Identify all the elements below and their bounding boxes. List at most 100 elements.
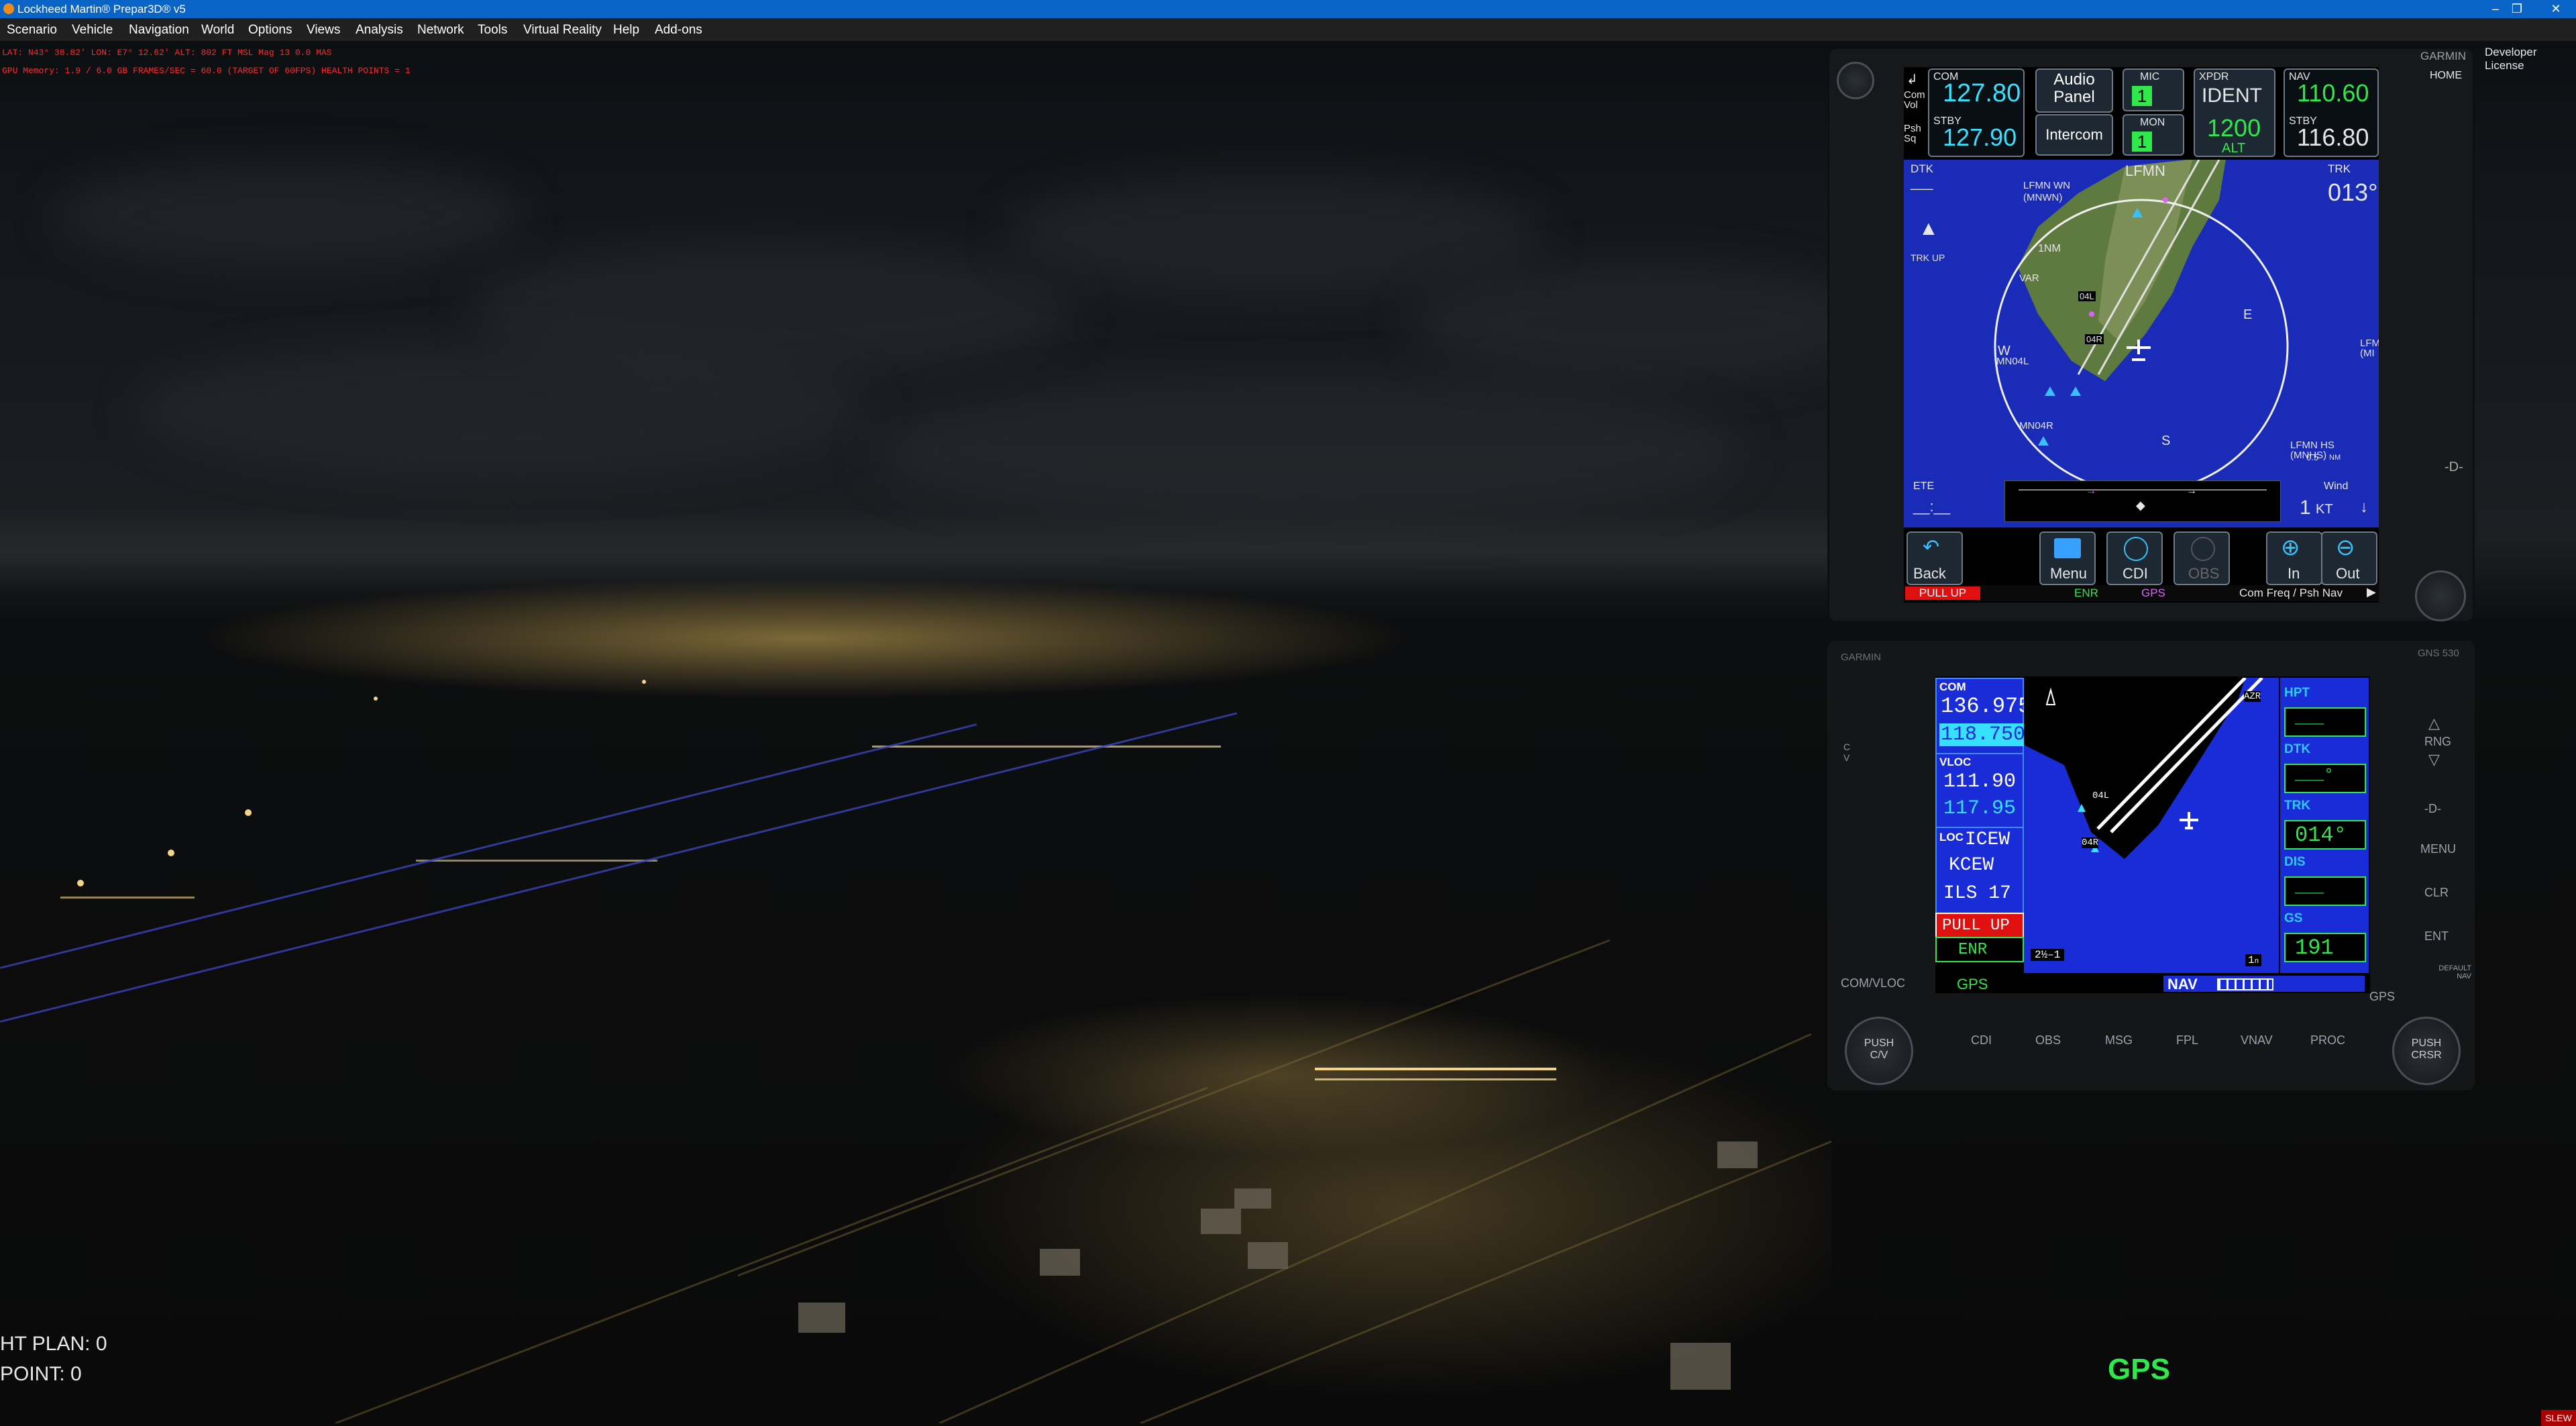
back-icon: ↶ bbox=[1923, 536, 1940, 558]
gns-cdi-strip: NAV bbox=[2163, 976, 2365, 992]
default-nav-label: DEFAULT NAV bbox=[2438, 964, 2471, 980]
cdi-bar: ◆ → → bbox=[2004, 480, 2281, 522]
map-graphics bbox=[1994, 160, 2289, 494]
psh-sq-label: Psh Sq bbox=[1904, 123, 1921, 144]
flight-plan-count: HT PLAN: 0 bbox=[0, 1333, 107, 1355]
menu-navigation[interactable]: Navigation bbox=[129, 23, 189, 38]
com-vloc-label: COM/VLOC bbox=[1841, 976, 1906, 990]
ent-key[interactable]: ENT bbox=[2424, 929, 2449, 944]
gns-status-bar: GPS NAV bbox=[1935, 976, 2370, 992]
wind-unit: KT bbox=[2316, 502, 2333, 517]
com-swap-icon[interactable]: ↲ bbox=[1907, 71, 1918, 88]
gns-cdi-scale bbox=[2217, 978, 2273, 990]
title-bar: Lockheed Martin® Prepar3D® v5 – ❐ ✕ bbox=[0, 0, 2576, 18]
mic-selector[interactable]: MIC 1 bbox=[2123, 68, 2184, 111]
nav-frequency-box[interactable]: NAV 110.60 STBY 116.80 bbox=[2284, 68, 2379, 157]
menu-vehicle[interactable]: Vehicle bbox=[72, 23, 113, 38]
menu-analysis[interactable]: Analysis bbox=[356, 23, 403, 38]
gps-indicator: GPS bbox=[2108, 1353, 2170, 1386]
gns-vloc-standby: 117.95 bbox=[1943, 797, 2017, 820]
gtn-brand: GARMIN bbox=[2420, 50, 2466, 62]
north-arrow-icon[interactable]: ▲ bbox=[1919, 217, 1939, 240]
softkey-fpl[interactable]: FPL bbox=[2176, 1033, 2198, 1048]
range-up-icon[interactable]: △ bbox=[2428, 715, 2440, 732]
obs-button[interactable]: OBS bbox=[2174, 531, 2230, 585]
cdi-icon bbox=[2124, 537, 2148, 561]
menu-virtual-reality[interactable]: Virtual Reality bbox=[523, 23, 602, 38]
gns-enr-annunciator: ENR bbox=[1935, 937, 2024, 962]
gns-loc-approach: ILS 17 bbox=[1943, 883, 2011, 904]
knob-hint: Com Freq / Psh Nav bbox=[2239, 587, 2343, 599]
gns530-screen: COM 136.975 118.750 VLOC 111.90 117.95 L… bbox=[1935, 676, 2370, 993]
menu-network[interactable]: Network bbox=[417, 23, 464, 38]
gps-right-label: GPS bbox=[2369, 990, 2396, 1003]
gns-com-standby: 118.750 bbox=[1939, 723, 2027, 746]
gns-map[interactable]: AZR 04L 04R 2½–1 1n bbox=[2024, 678, 2279, 973]
gns-pull-up-annunciator: PULL UP bbox=[1935, 913, 2024, 938]
gtn-power-knob[interactable] bbox=[1837, 62, 1874, 99]
menu-button[interactable]: Menu bbox=[2039, 531, 2096, 585]
app-icon bbox=[3, 3, 14, 14]
intercom-button[interactable]: Intercom bbox=[2035, 114, 2113, 156]
gns-gs-field: 191 bbox=[2284, 933, 2366, 962]
menu-help[interactable]: Help bbox=[613, 23, 639, 38]
wind-arrow-icon: ↓ bbox=[2360, 498, 2368, 516]
menu-options[interactable]: Options bbox=[248, 23, 292, 38]
menu-tools[interactable]: Tools bbox=[478, 23, 507, 38]
gns-gps-label: GPS bbox=[1957, 976, 1988, 992]
trk-label: TRK bbox=[2328, 162, 2351, 175]
menu-bar: Scenario Vehicle Navigation World Option… bbox=[0, 18, 2576, 41]
menu-views[interactable]: Views bbox=[307, 23, 340, 38]
gns-loc-ident: ICEW bbox=[1965, 829, 2010, 850]
gtn-status-bar: PULL UP ENR GPS Com Freq / Psh Nav ▶ bbox=[1904, 585, 2379, 601]
nav-standby-freq: 116.80 bbox=[2297, 123, 2369, 151]
audio-panel-button[interactable]: Audio Panel bbox=[2035, 68, 2113, 113]
xpdr-code: 1200 bbox=[2207, 114, 2261, 142]
xpdr-alt-mode: ALT bbox=[2222, 141, 2246, 156]
gtn-large-knob[interactable] bbox=[2415, 570, 2466, 621]
menu-add-ons[interactable]: Add-ons bbox=[655, 23, 702, 38]
gns-dis-field: ___ bbox=[2284, 876, 2366, 906]
gns-com-box[interactable]: COM 136.975 118.750 bbox=[1935, 678, 2031, 754]
softkey-obs[interactable]: OBS bbox=[2035, 1033, 2061, 1048]
close-button[interactable]: ✕ bbox=[2536, 0, 2576, 18]
mon-selector[interactable]: MON 1 bbox=[2123, 114, 2184, 156]
ete-label: ETE bbox=[1913, 480, 1935, 492]
menu-scenario[interactable]: Scenario bbox=[7, 23, 57, 38]
gtn-moving-map[interactable]: DTK ___ TRK 013° ▲ TRK UP LFMN LFMN WN (… bbox=[1904, 160, 2379, 527]
gtn-home-button[interactable]: HOME bbox=[2430, 70, 2462, 82]
gns-map-range: 1n bbox=[2245, 954, 2262, 966]
gns-brand: GARMIN bbox=[1841, 652, 1881, 663]
gns-vloc-box[interactable]: VLOC 111.90 117.95 bbox=[1935, 753, 2024, 828]
pull-up-annunciator: PULL UP bbox=[1905, 587, 1980, 600]
city-lights bbox=[0, 578, 1831, 1423]
back-button[interactable]: ↶ Back bbox=[1907, 531, 1963, 585]
softkey-cdi[interactable]: CDI bbox=[1971, 1033, 1992, 1048]
gns-com-active: 136.975 bbox=[1941, 694, 2031, 719]
crsr-knob[interactable]: PUSH CRSR bbox=[2392, 1017, 2461, 1085]
gns-loc-airport: KCEW bbox=[1949, 855, 1994, 876]
menu-icon bbox=[2054, 538, 2081, 558]
softkey-msg[interactable]: MSG bbox=[2105, 1033, 2133, 1048]
clr-key[interactable]: CLR bbox=[2424, 886, 2449, 900]
course-arrow-icon: → bbox=[2086, 485, 2096, 497]
menu-world[interactable]: World bbox=[201, 23, 234, 38]
com-vloc-knob[interactable]: PUSH C/V bbox=[1845, 1017, 1913, 1085]
developer-license: Developer License bbox=[2485, 46, 2537, 72]
gtn-direct-to-button[interactable]: -D- bbox=[2445, 460, 2463, 475]
transponder-box[interactable]: XPDR IDENT 1200 ALT bbox=[2194, 68, 2275, 157]
zoom-out-button[interactable]: ⊖ Out bbox=[2321, 531, 2377, 585]
enr-annunciator: ENR bbox=[2074, 587, 2098, 599]
cdi-button[interactable]: CDI bbox=[2106, 531, 2163, 585]
softkey-proc[interactable]: PROC bbox=[2310, 1033, 2345, 1048]
restore-button[interactable]: ❐ bbox=[2497, 0, 2537, 18]
range-down-icon[interactable]: ▽ bbox=[2428, 751, 2440, 768]
softkey-vnav[interactable]: VNAV bbox=[2241, 1033, 2273, 1048]
to-arrow-icon: → bbox=[2186, 485, 2197, 497]
direct-to-key[interactable]: -D- bbox=[2424, 802, 2441, 816]
menu-key[interactable]: MENU bbox=[2420, 842, 2456, 856]
zoom-in-button[interactable]: ⊕ In bbox=[2266, 531, 2322, 585]
dtk-label: DTK bbox=[1911, 162, 1933, 175]
com-frequency-box[interactable]: COM 127.80 STBY 127.90 bbox=[1928, 68, 2025, 157]
gps-annunciator: GPS bbox=[2141, 587, 2165, 599]
